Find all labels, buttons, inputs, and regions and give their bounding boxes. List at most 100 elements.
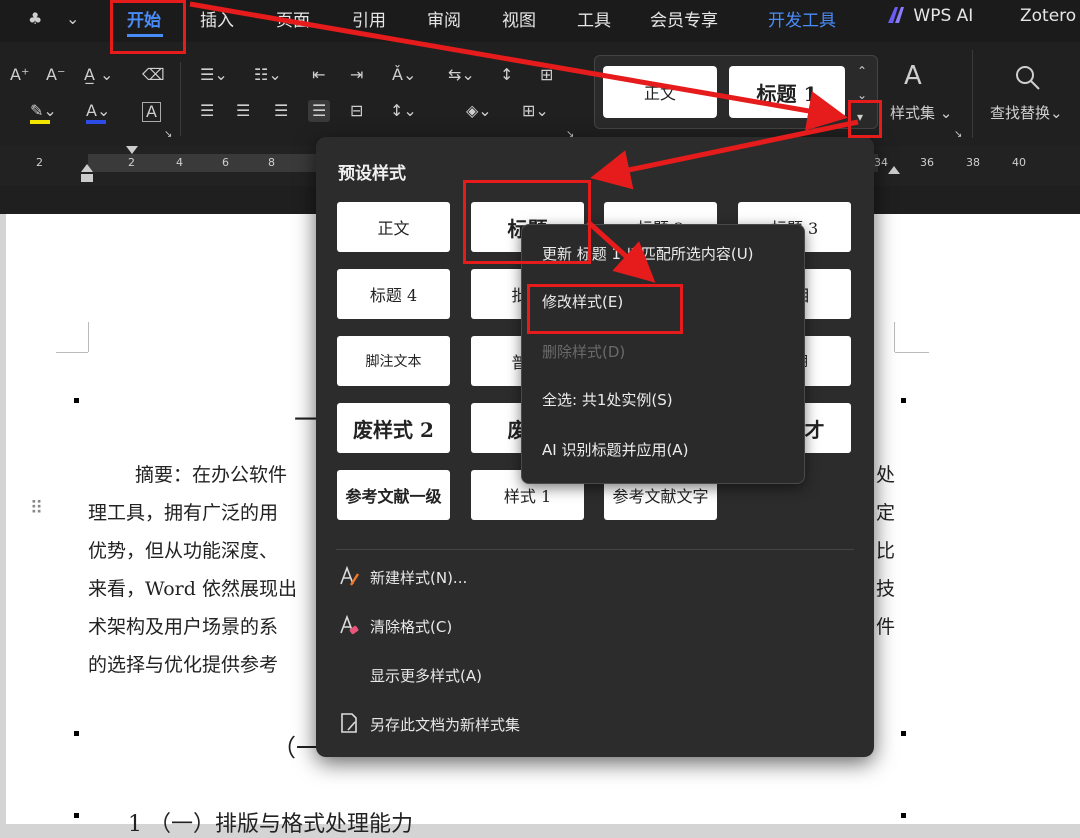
style-tile-ref-level1[interactable]: 参考文献一级 [337,470,450,520]
phonetic-guide-icon[interactable]: A̲ ⌄ [84,66,113,84]
shading-icon[interactable]: ◈⌄ [466,102,492,120]
text-direction-icon[interactable]: Ǎ⌄ [392,66,416,84]
selection-handle[interactable] [901,398,906,403]
clear-format-icon [340,614,359,635]
selection-handle[interactable] [74,813,79,818]
tab-developer[interactable]: 开发工具 [768,6,836,31]
line-spacing-icon[interactable]: ↕⌄ [390,102,417,120]
menu-item-modify-style[interactable]: 修改样式(E) [542,291,623,312]
right-indent-icon[interactable] [888,164,900,174]
style-set-button[interactable]: 样式集 ⌄ [890,104,952,122]
first-line-indent-icon[interactable] [126,146,138,156]
selection-handle[interactable] [901,813,906,818]
font-color-icon[interactable]: A⌄ [86,102,110,120]
tab-layout[interactable]: 页面 [276,6,310,31]
styles-dialog-launcher-icon[interactable]: ↘ [954,126,962,144]
separator [972,50,973,138]
doc-text-line: 理工具，拥有广泛的用 [88,502,279,524]
selection-handle[interactable] [74,731,79,736]
ruler-number: 38 [966,156,980,169]
chevron-down-icon[interactable]: ⌄ [66,10,79,28]
doc-subheading: （一 [272,734,320,762]
ruler-number: 36 [920,156,934,169]
tab-view[interactable]: 视图 [502,6,536,31]
crop-mark [56,352,88,353]
menu-item-select-all[interactable]: 全选: 共1处实例(S) [542,389,673,410]
app-logo-icon[interactable]: ♣ [28,10,42,28]
ruler-number: 8 [268,156,275,169]
more-styles-item[interactable]: 显示更多样式(A) [370,665,482,686]
align-center-icon[interactable]: ☰ [236,102,250,120]
eraser-icon[interactable]: ⌫ [142,66,165,84]
style-tile-footnote[interactable]: 脚注文本 [337,336,450,386]
border-icon[interactable]: ⊞⌄ [522,102,549,120]
style-tile-heading4[interactable]: 标题 4 [337,269,450,319]
save-as-style-set-item[interactable]: 另存此文档为新样式集 [370,714,520,735]
tab-wps-ai[interactable]: WPS AI [888,6,973,26]
gallery-style-heading1[interactable]: 标题 1 [729,66,845,118]
save-style-set-icon [341,713,357,733]
doc-text-line: 术架构及用户场景的系 [88,616,279,638]
doc-text-line: 来看，Word 依然展现出 [88,578,297,600]
tab-review[interactable]: 审阅 [427,6,461,31]
style-set-icon[interactable]: A [904,62,922,90]
font-dialog-launcher-icon[interactable]: ↘ [164,126,172,144]
line-swap-icon[interactable]: ⇆⌄ [448,66,475,84]
doc-text-line: 的选择与优化提供参考 [88,654,279,676]
distributed-icon[interactable]: ⊟ [350,102,363,120]
menu-item-delete-style[interactable]: 删除样式(D) [542,341,625,362]
align-right-icon[interactable]: ☰ [274,102,288,120]
active-tab-underline [127,34,163,37]
gallery-scroll-up-icon[interactable]: ⌃ [857,62,867,80]
doc-text-fragment: 比 [876,540,896,562]
search-icon[interactable] [1014,64,1042,92]
increase-indent-icon[interactable]: ⇥ [350,66,363,84]
gallery-expand-icon[interactable]: ▾ [857,108,863,126]
highlight-icon[interactable]: ✎⌄ [30,102,57,120]
sort-icon[interactable]: ↕ [500,66,513,84]
panel-divider [336,549,854,550]
tab-zotero[interactable]: Zotero [1020,6,1076,26]
selection-handle[interactable] [74,398,79,403]
drag-handle-icon[interactable]: ⠿ [30,500,43,518]
separator [180,62,181,136]
numbered-list-icon[interactable]: ☷⌄ [254,66,282,84]
doc-text-fragment: 定 [876,502,896,524]
tab-tools[interactable]: 工具 [577,6,611,31]
tab-home[interactable]: 开始 [127,6,161,31]
highlight-color-bar [30,120,50,124]
ruler-number: 4 [176,156,183,169]
ruler-number: 2 [128,156,135,169]
font-shrink-icon[interactable]: A⁻ [46,66,65,84]
menu-item-ai-apply[interactable]: AI 识别标题并应用(A) [542,439,688,460]
gallery-style-normal[interactable]: 正文 [603,66,717,118]
doc-text-line: 摘要：在办公软件 [135,464,288,486]
style-tile-normal[interactable]: 正文 [337,202,450,252]
ruler-number: 6 [222,156,229,169]
justify-icon[interactable]: ☰ [308,100,331,122]
show-marks-icon[interactable]: ⊞ [540,66,553,84]
decrease-indent-icon[interactable]: ⇤ [312,66,325,84]
bullet-list-icon[interactable]: ☰⌄ [200,66,228,84]
tab-member[interactable]: 会员专享 [650,6,718,31]
doc-text-fragment: 技 [876,578,896,600]
doc-section-heading: 1 （一）排版与格式处理能力 [128,812,413,837]
tab-references[interactable]: 引用 [352,6,386,31]
font-color-bar [86,120,106,124]
doc-text-line: 优势，但从功能深度、 [88,540,279,562]
indent-marker-icon[interactable] [80,162,94,184]
ruler-number: 40 [1012,156,1026,169]
char-border-icon[interactable]: A [142,102,161,122]
selection-handle[interactable] [901,731,906,736]
clear-format-item[interactable]: 清除格式(C) [370,616,452,637]
ruler-number: 2 [36,156,43,169]
font-grow-icon[interactable]: A⁺ [10,66,29,84]
gallery-scroll-down-icon[interactable]: ⌄ [857,86,867,104]
find-replace-button[interactable]: 查找替换⌄ [990,104,1063,122]
tab-insert[interactable]: 插入 [200,6,234,31]
menu-item-update-style[interactable]: 更新 标题 1 以匹配所选内容(U) [542,243,754,264]
align-left-icon[interactable]: ☰ [200,102,214,120]
style-tile-deprecated-2[interactable]: 废样式 2 [337,403,450,453]
panel-title: 预设样式 [338,164,406,184]
new-style-item[interactable]: 新建样式(N)... [370,567,467,588]
